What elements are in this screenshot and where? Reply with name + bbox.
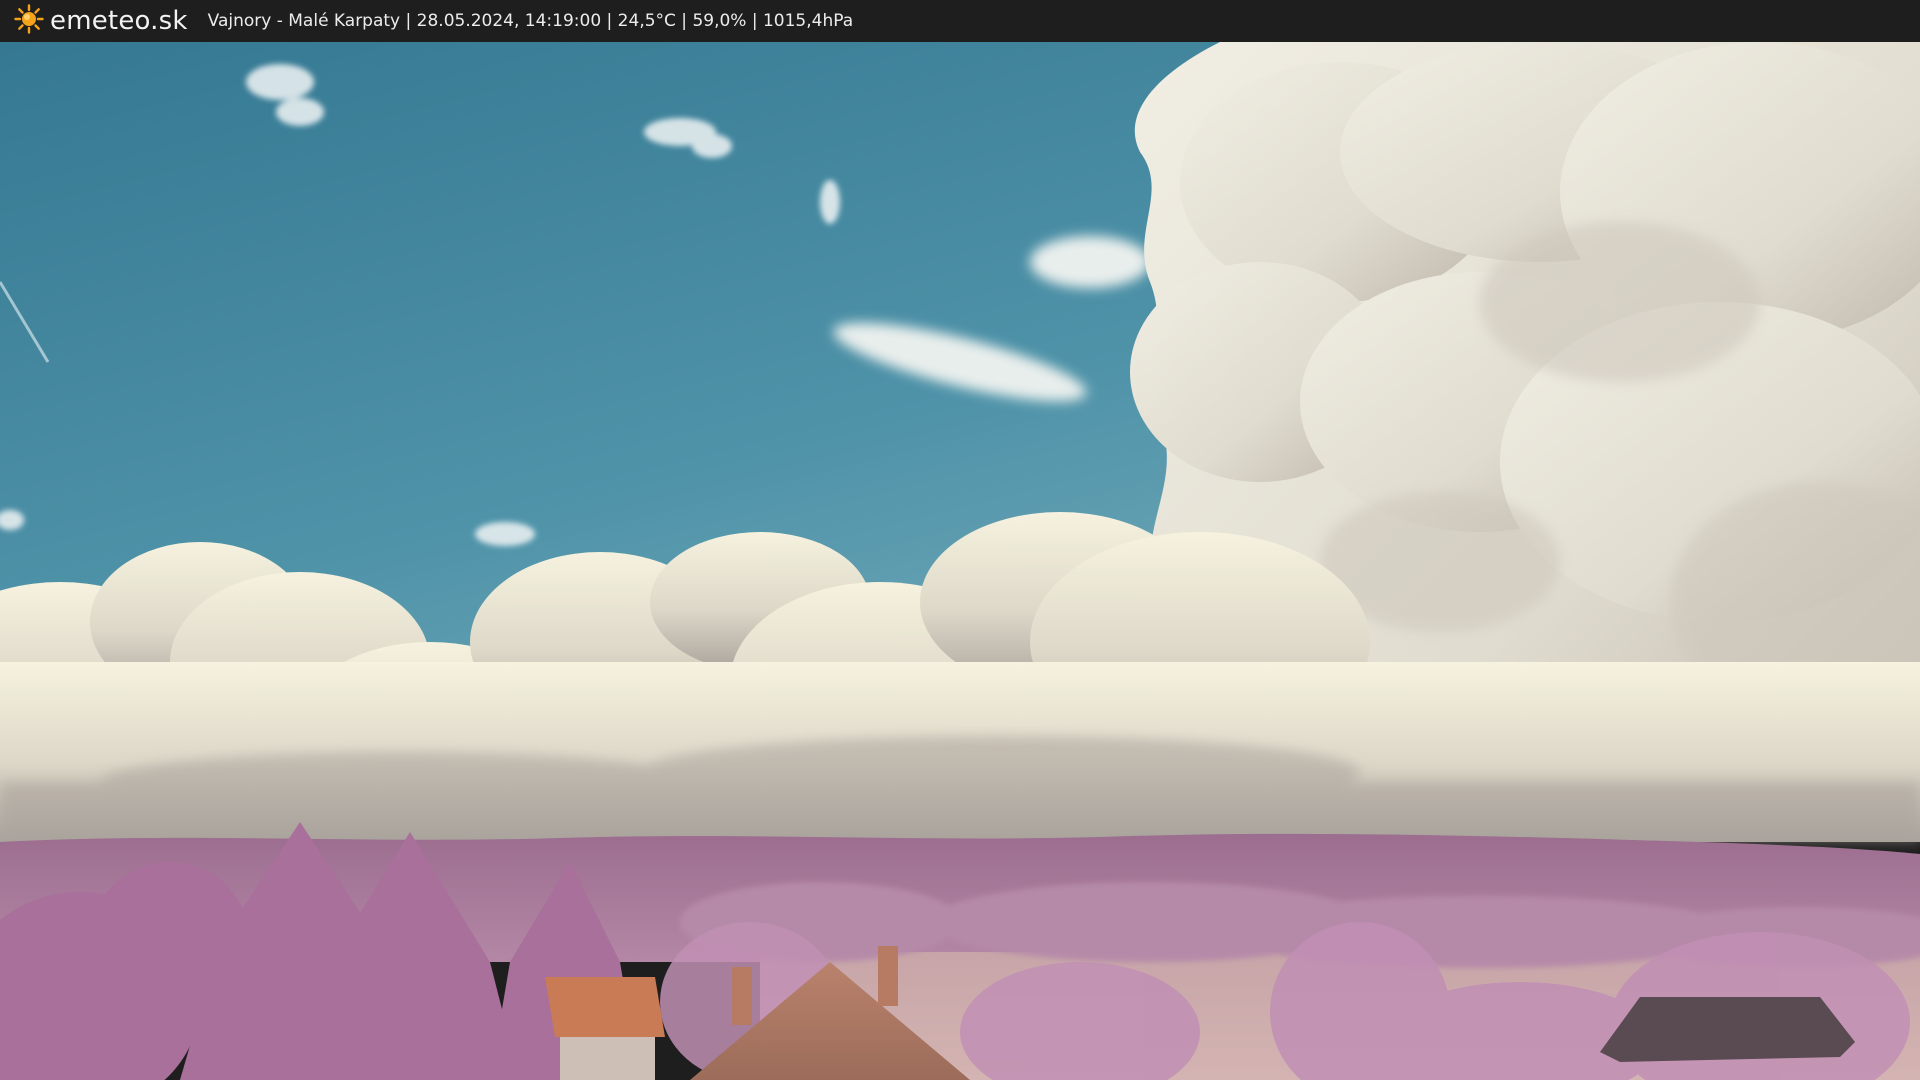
sun-icon [14,4,44,38]
brand-name: emeteo.sk [50,6,188,36]
top-bar: emeteo.sk Vajnory - Malé Karpaty | 28.05… [0,0,1920,42]
house-left [545,977,665,1080]
brand-logo[interactable]: emeteo.sk [14,4,188,38]
house-right [1600,997,1855,1062]
webcam-image [0,42,1920,1080]
webcam-caption: Vajnory - Malé Karpaty | 28.05.2024, 14:… [207,11,854,31]
